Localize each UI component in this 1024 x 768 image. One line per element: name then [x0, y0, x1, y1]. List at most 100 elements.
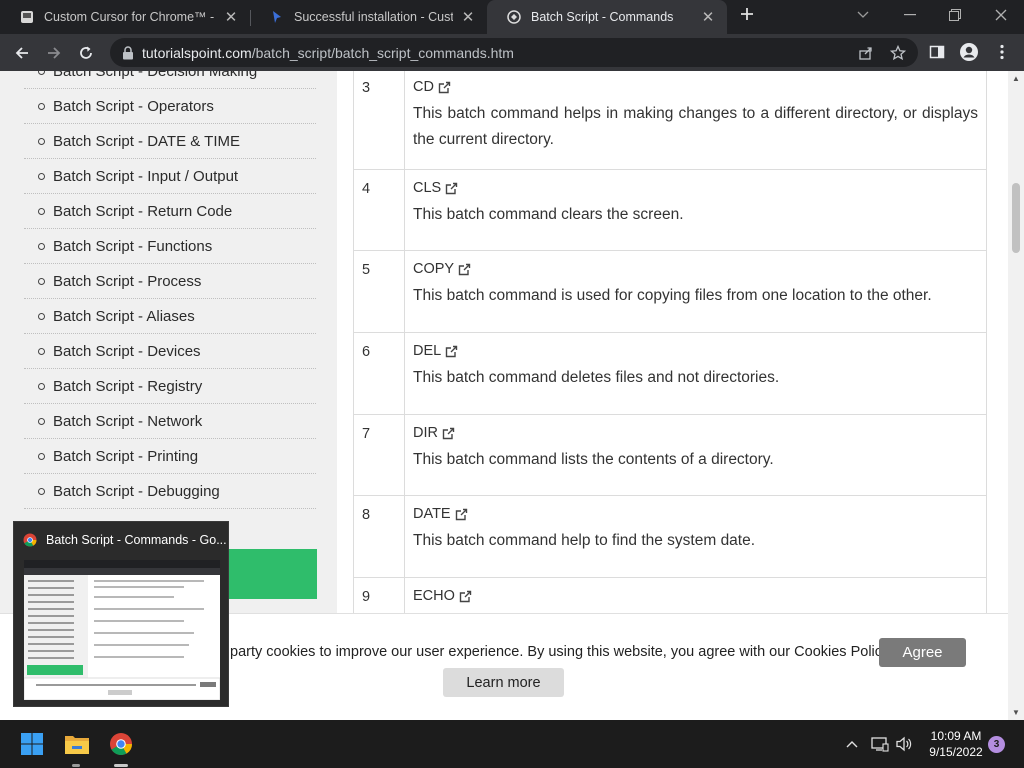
scroll-up-arrow-icon[interactable]: ▲	[1008, 71, 1024, 85]
table-row: 8 DATE This batch command help to find t…	[354, 496, 986, 578]
sidebar-item-label: Batch Script - Debugging	[53, 482, 220, 500]
network-icon	[871, 737, 889, 752]
command-name: CLS	[413, 180, 442, 196]
command-link[interactable]: CD	[413, 79, 978, 95]
command-name: DIR	[413, 425, 438, 441]
file-explorer-button[interactable]	[61, 728, 93, 760]
sidebar-item-functions[interactable]: Batch Script - Functions	[24, 229, 316, 264]
new-tab-button[interactable]	[736, 6, 758, 28]
row-body: DEL This batch command deletes files and…	[405, 333, 986, 414]
sidebar-item-devices[interactable]: Batch Script - Devices	[24, 334, 316, 369]
url-text[interactable]: tutorialspoint.com/batch_script/batch_sc…	[142, 45, 514, 61]
command-link[interactable]: DIR	[413, 425, 978, 441]
command-description: This batch command helps in making chang…	[413, 105, 978, 148]
row-body: DIR This batch command lists the content…	[405, 415, 986, 495]
row-body: DATE This batch command help to find the…	[405, 496, 986, 577]
forward-button[interactable]	[41, 40, 67, 66]
tab-batch-script-commands[interactable]: Batch Script - Commands ✕	[487, 0, 727, 34]
scroll-down-arrow-icon[interactable]: ▼	[1008, 705, 1024, 719]
address-bar[interactable]: tutorialspoint.com/batch_script/batch_sc…	[110, 38, 918, 67]
sidebar-item-operators[interactable]: Batch Script - Operators	[24, 89, 316, 124]
bookmark-star-icon[interactable]	[890, 45, 906, 61]
sidebar-item-debugging[interactable]: Batch Script - Debugging	[24, 474, 316, 509]
external-link-icon	[458, 263, 471, 275]
menu-button[interactable]	[992, 42, 1012, 62]
sidebar-item-label: Batch Script - Process	[53, 272, 202, 290]
sidebar-item-decision-making[interactable]: Batch Script - Decision Making	[24, 71, 316, 89]
sidebar-item-process[interactable]: Batch Script - Process	[24, 264, 316, 299]
tab-title: Batch Script - Commands	[531, 10, 674, 24]
sidebar-item-aliases[interactable]: Batch Script - Aliases	[24, 299, 316, 334]
network-button[interactable]	[870, 734, 890, 754]
profile-button[interactable]	[959, 42, 979, 62]
page-scrollbar[interactable]: ▲ ▼	[1008, 71, 1024, 720]
command-link[interactable]: CLS	[413, 180, 978, 196]
notification-badge[interactable]: 3	[988, 736, 1005, 753]
sidebar-item-input-output[interactable]: Batch Script - Input / Output	[24, 159, 316, 194]
kebab-menu-icon	[1000, 44, 1004, 60]
minimize-icon	[904, 14, 916, 16]
bullet-icon	[38, 172, 45, 180]
table-row: 7 DIR This batch command lists the conte…	[354, 415, 986, 496]
start-button[interactable]	[16, 728, 48, 760]
taskbar-window-preview[interactable]: Batch Script - Commands - Go...	[13, 521, 229, 707]
sidebar-item-return-code[interactable]: Batch Script - Return Code	[24, 194, 316, 229]
system-clock[interactable]: 10:09 AM 9/15/2022	[918, 728, 994, 760]
command-name: DATE	[413, 506, 451, 522]
browser-toolbar: tutorialspoint.com/batch_script/batch_sc…	[0, 34, 1024, 71]
close-tab-icon[interactable]: ✕	[459, 8, 477, 26]
agree-button[interactable]: Agree	[879, 638, 966, 667]
learn-more-button[interactable]: Learn more	[443, 668, 564, 697]
close-tab-icon[interactable]: ✕	[699, 8, 717, 26]
external-link-icon	[446, 345, 458, 357]
row-number: 8	[354, 496, 405, 577]
minimize-button[interactable]	[887, 0, 933, 30]
bullet-icon	[38, 487, 45, 495]
sidebar-item-label: Batch Script - Return Code	[53, 202, 233, 220]
close-icon	[995, 9, 1007, 21]
windows-taskbar: 10:09 AM 9/15/2022	[0, 720, 1024, 768]
bullet-icon	[38, 137, 45, 145]
preview-title: Batch Script - Commands - Go...	[46, 533, 227, 547]
url-host: tutorialspoint.com	[142, 44, 252, 61]
tab-successful-installation[interactable]: Successful installation - Custom C ✕	[250, 0, 487, 34]
scroll-thumb[interactable]	[1012, 183, 1020, 253]
command-link[interactable]: DATE	[413, 506, 978, 522]
side-panel-button[interactable]	[927, 42, 947, 62]
volume-button[interactable]	[894, 734, 914, 754]
sidebar-item-registry[interactable]: Batch Script - Registry	[24, 369, 316, 404]
lock-icon[interactable]	[122, 45, 134, 60]
tab-search-button[interactable]	[840, 0, 886, 30]
command-name: COPY	[413, 261, 455, 277]
explorer-running-indicator	[72, 764, 80, 767]
command-link[interactable]: COPY	[413, 261, 978, 277]
external-link-icon	[459, 590, 472, 602]
show-hidden-icons-button[interactable]	[842, 734, 862, 754]
bullet-icon	[38, 207, 45, 215]
command-link[interactable]: DEL	[413, 343, 978, 359]
close-tab-icon[interactable]: ✕	[222, 8, 240, 26]
sidebar-item-printing[interactable]: Batch Script - Printing	[24, 439, 316, 474]
sidebar-item-network[interactable]: Batch Script - Network	[24, 404, 316, 439]
external-link-icon	[446, 182, 458, 194]
tab-custom-cursor[interactable]: Custom Cursor for Chrome™ - Cu ✕	[0, 0, 250, 34]
table-row: 6 DEL This batch command deletes files a…	[354, 333, 986, 415]
command-name: CD	[413, 79, 434, 95]
restore-button[interactable]	[932, 0, 978, 30]
command-name: ECHO	[413, 588, 455, 604]
command-description: This batch command lists the contents of…	[413, 451, 774, 468]
bullet-icon	[38, 312, 45, 320]
share-icon[interactable]	[858, 45, 874, 61]
back-button[interactable]	[9, 40, 35, 66]
command-link[interactable]: ECHO	[413, 588, 978, 604]
folder-icon	[65, 736, 89, 754]
chevron-up-icon	[846, 741, 858, 748]
external-link-icon	[438, 81, 451, 93]
close-window-button[interactable]	[978, 0, 1024, 30]
chrome-taskbar-button[interactable]	[105, 728, 137, 760]
row-body: CD This batch command helps in making ch…	[405, 71, 986, 169]
commands-table: 3 CD This batch command helps in making …	[353, 71, 987, 668]
reload-button[interactable]	[73, 40, 99, 66]
sidebar-item-date-time[interactable]: Batch Script - DATE & TIME	[24, 124, 316, 159]
cookie-message: party cookies to improve our user experi…	[230, 644, 893, 660]
